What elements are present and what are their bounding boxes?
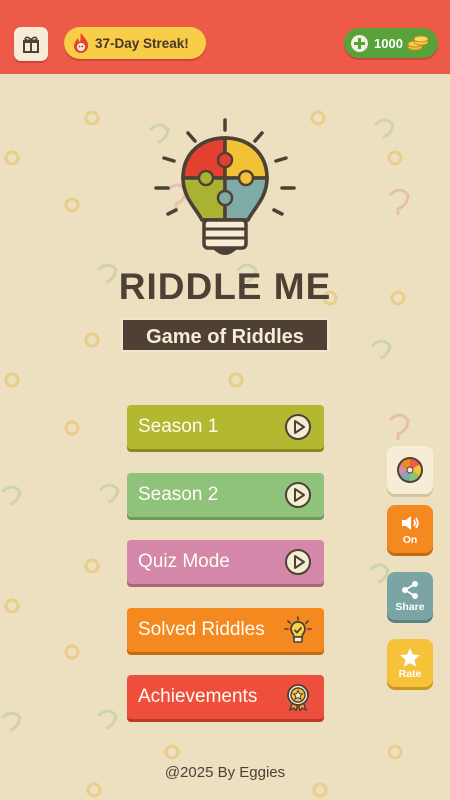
share-icon <box>400 579 420 601</box>
lightbulb-icon <box>284 616 312 644</box>
solved-riddles-button[interactable]: Solved Riddles <box>127 608 324 652</box>
star-icon <box>399 646 421 668</box>
rate-button[interactable]: Rate <box>387 639 433 687</box>
sound-toggle-button[interactable]: On <box>387 505 433 553</box>
play-icon <box>284 481 312 509</box>
coins-balance[interactable]: 1000 <box>344 28 438 58</box>
coin-stack-icon <box>407 35 429 51</box>
flame-icon <box>72 32 90 54</box>
play-icon <box>284 413 312 441</box>
achievements-label: Achievements <box>138 686 258 707</box>
sound-status-label: On <box>402 534 418 546</box>
solved-riddles-label: Solved Riddles <box>138 619 265 640</box>
game-subtitle: Game of Riddles <box>121 318 329 352</box>
rate-label: Rate <box>398 668 422 680</box>
lucky-wheel-button[interactable] <box>387 446 433 494</box>
copyright-footer: @2025 By Eggies <box>164 764 286 781</box>
season-2-button[interactable]: Season 2 <box>127 473 324 517</box>
streak-label: 37-Day Streak! <box>95 35 189 51</box>
share-button[interactable]: Share <box>387 572 433 620</box>
puzzle-lightbulb-logo <box>154 118 296 255</box>
gift-button[interactable] <box>14 27 48 61</box>
game-title: RIDDLE ME <box>118 266 332 307</box>
quiz-mode-label: Quiz Mode <box>138 551 230 572</box>
coins-amount: 1000 <box>374 35 403 51</box>
add-coins-icon[interactable] <box>351 34 368 52</box>
spin-wheel-icon <box>397 457 423 483</box>
season-1-button[interactable]: Season 1 <box>127 405 324 449</box>
top-bar: 37-Day Streak! 1000 <box>0 0 450 74</box>
quiz-mode-button[interactable]: Quiz Mode <box>127 540 324 584</box>
share-label: Share <box>395 601 425 613</box>
gift-icon <box>23 36 39 53</box>
medal-icon <box>284 683 312 711</box>
season-2-label: Season 2 <box>138 484 219 505</box>
speaker-icon <box>400 512 420 534</box>
play-icon <box>284 548 312 576</box>
season-1-label: Season 1 <box>138 416 219 437</box>
achievements-button[interactable]: Achievements <box>127 675 324 719</box>
streak-badge[interactable]: 37-Day Streak! <box>64 27 206 59</box>
